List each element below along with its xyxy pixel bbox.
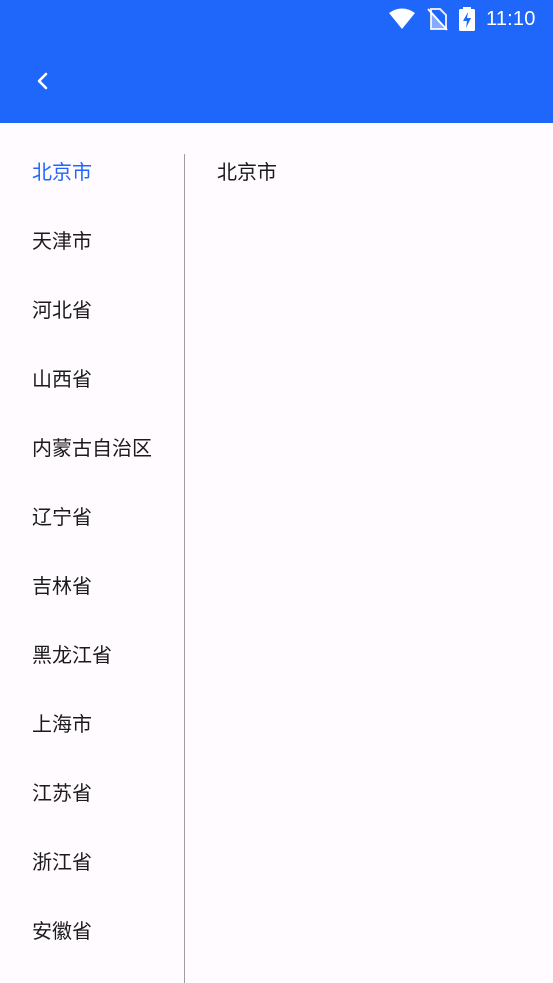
province-item[interactable]: 天津市: [0, 205, 184, 274]
app-bar: 11:10: [0, 0, 553, 123]
province-item[interactable]: 内蒙古自治区: [0, 412, 184, 481]
chevron-left-icon: [37, 72, 48, 90]
province-item[interactable]: 辽宁省: [0, 481, 184, 550]
battery-charging-icon: [459, 7, 475, 31]
back-button[interactable]: [22, 60, 64, 102]
province-item[interactable]: 黑龙江省: [0, 619, 184, 688]
province-item[interactable]: 吉林省: [0, 550, 184, 619]
status-time: 11:10: [486, 8, 536, 30]
province-item[interactable]: 安徽省: [0, 895, 184, 964]
city-item[interactable]: 北京市: [185, 136, 553, 205]
province-item-selected[interactable]: 北京市: [0, 136, 184, 205]
no-sim-icon: [427, 8, 448, 31]
province-list: 北京市 天津市 河北省 山西省 内蒙古自治区 辽宁省 吉林省 黑龙江省 上海市 …: [0, 123, 184, 983]
wifi-icon: [389, 8, 415, 29]
province-item[interactable]: 上海市: [0, 688, 184, 757]
city-list: 北京市: [185, 123, 553, 205]
province-item[interactable]: 山西省: [0, 343, 184, 412]
province-item[interactable]: 河北省: [0, 274, 184, 343]
province-item[interactable]: 浙江省: [0, 826, 184, 895]
list-divider: [184, 154, 185, 983]
province-item[interactable]: 江苏省: [0, 757, 184, 826]
status-bar: 11:10: [0, 0, 553, 38]
